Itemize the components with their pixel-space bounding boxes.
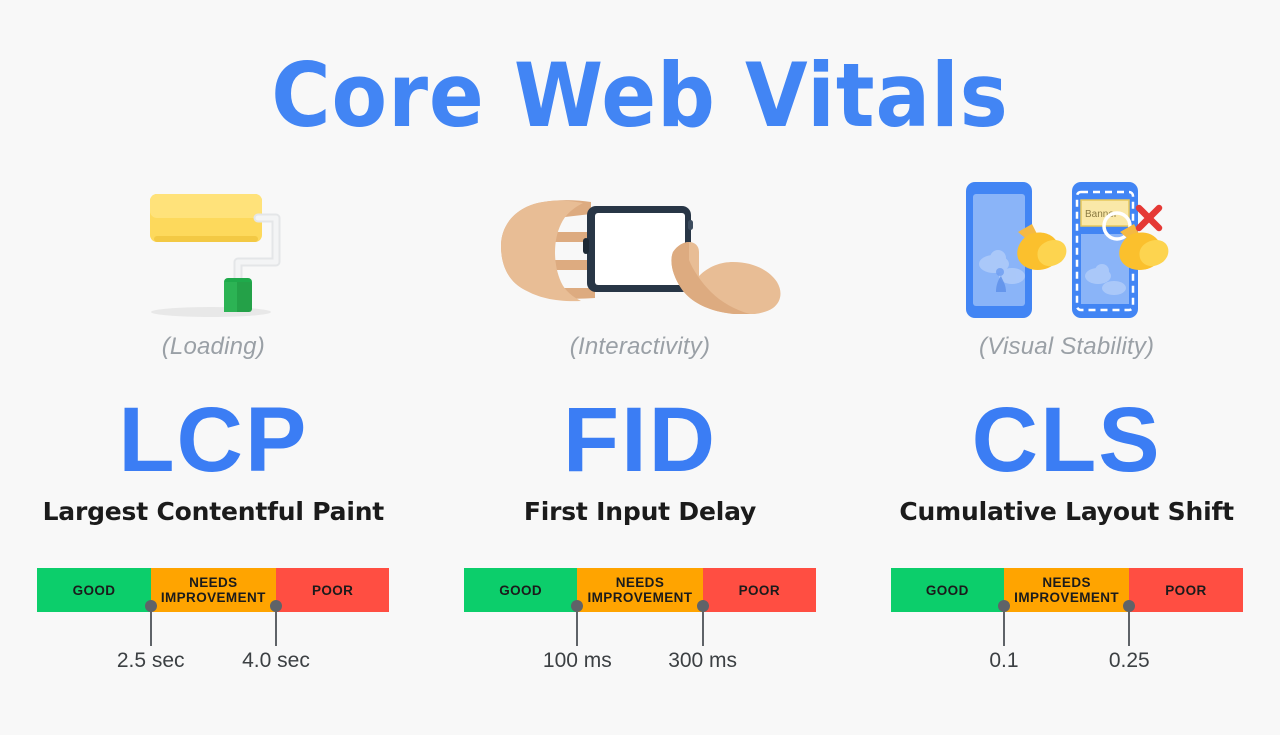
fid-pin-marker-1 <box>571 600 584 646</box>
lcp-icon-container <box>0 170 427 328</box>
fid-acronym: FID <box>562 389 718 491</box>
metric-column-fid: (Interactivity) FID First Input Delay GO… <box>427 170 854 672</box>
cls-threshold-bar: GOOD NEEDS IMPROVEMENT POOR 0.1 0.25 <box>890 568 1243 672</box>
pointing-hand-1 <box>1017 223 1067 270</box>
metrics-row: (Loading) LCP Largest Contentful Paint G… <box>0 170 1280 672</box>
fid-threshold-label-1: 100 ms <box>542 649 612 672</box>
fid-threshold-bar: GOOD NEEDS IMPROVEMENT POOR 100 ms 300 m… <box>463 568 816 672</box>
hands-tapping-phone-icon <box>500 200 781 314</box>
page-title: Core Web Vitals <box>271 44 1009 147</box>
cls-full-name: Cumulative Layout Shift <box>899 497 1234 526</box>
lcp-pin-marker-2 <box>269 600 282 646</box>
red-x-icon <box>1135 204 1163 231</box>
infographic-canvas: Core Web Vitals (Loading) LCP Largest Co… <box>0 0 1280 735</box>
cls-segment-poor: POOR <box>1129 568 1243 612</box>
fid-segment-needs-improvement: NEEDS IMPROVEMENT <box>577 568 703 612</box>
lcp-segment-good: GOOD <box>37 568 151 612</box>
metric-column-lcp: (Loading) LCP Largest Contentful Paint G… <box>0 170 427 672</box>
pointing-hand-2 <box>1119 223 1169 270</box>
lcp-acronym: LCP <box>118 389 309 491</box>
cls-pin-marker-1 <box>997 600 1010 646</box>
fid-bar-track: GOOD NEEDS IMPROVEMENT POOR <box>463 568 816 612</box>
fid-subtitle: (Interactivity) <box>569 333 711 360</box>
lcp-segment-needs-improvement: NEEDS IMPROVEMENT <box>150 568 276 612</box>
fid-threshold-label-2: 300 ms <box>668 649 738 672</box>
cls-icon-container: Banner <box>853 170 1280 328</box>
fid-segment-good: GOOD <box>463 568 578 612</box>
lcp-pin-marker-1 <box>144 600 157 646</box>
cls-pin-marker-2 <box>1123 600 1136 646</box>
fid-icon-container <box>427 170 854 328</box>
cls-segment-good: GOOD <box>890 568 1004 612</box>
layout-shift-phones-icon: Banner <box>966 181 1169 318</box>
lcp-threshold-label-1: 2.5 sec <box>116 649 185 672</box>
lcp-subtitle: (Loading) <box>161 333 265 360</box>
cls-subtitle: (Visual Stability) <box>979 333 1155 360</box>
lcp-full-name: Largest Contentful Paint <box>42 497 385 526</box>
cls-acronym: CLS <box>971 389 1162 491</box>
metric-column-cls: Banner (Visual Stability) CLS Cumulative… <box>853 170 1280 672</box>
cls-threshold-label-2: 0.25 <box>1108 649 1150 672</box>
cls-threshold-label-1: 0.1 <box>989 649 1019 672</box>
lcp-threshold-label-2: 4.0 sec <box>242 649 310 672</box>
fid-segment-poor: POOR <box>702 568 816 612</box>
paint-roller-icon <box>150 194 281 317</box>
fid-pin-marker-2 <box>696 600 709 646</box>
lcp-bar-track: GOOD NEEDS IMPROVEMENT POOR <box>37 568 390 612</box>
fid-full-name: First Input Delay <box>523 497 757 526</box>
lcp-segment-poor: POOR <box>275 568 390 612</box>
cls-bar-track: GOOD NEEDS IMPROVEMENT POOR <box>890 568 1243 612</box>
lcp-threshold-bar: GOOD NEEDS IMPROVEMENT POOR 2.5 sec 4.0 … <box>37 568 390 672</box>
cls-segment-needs-improvement: NEEDS IMPROVEMENT <box>1003 568 1130 612</box>
